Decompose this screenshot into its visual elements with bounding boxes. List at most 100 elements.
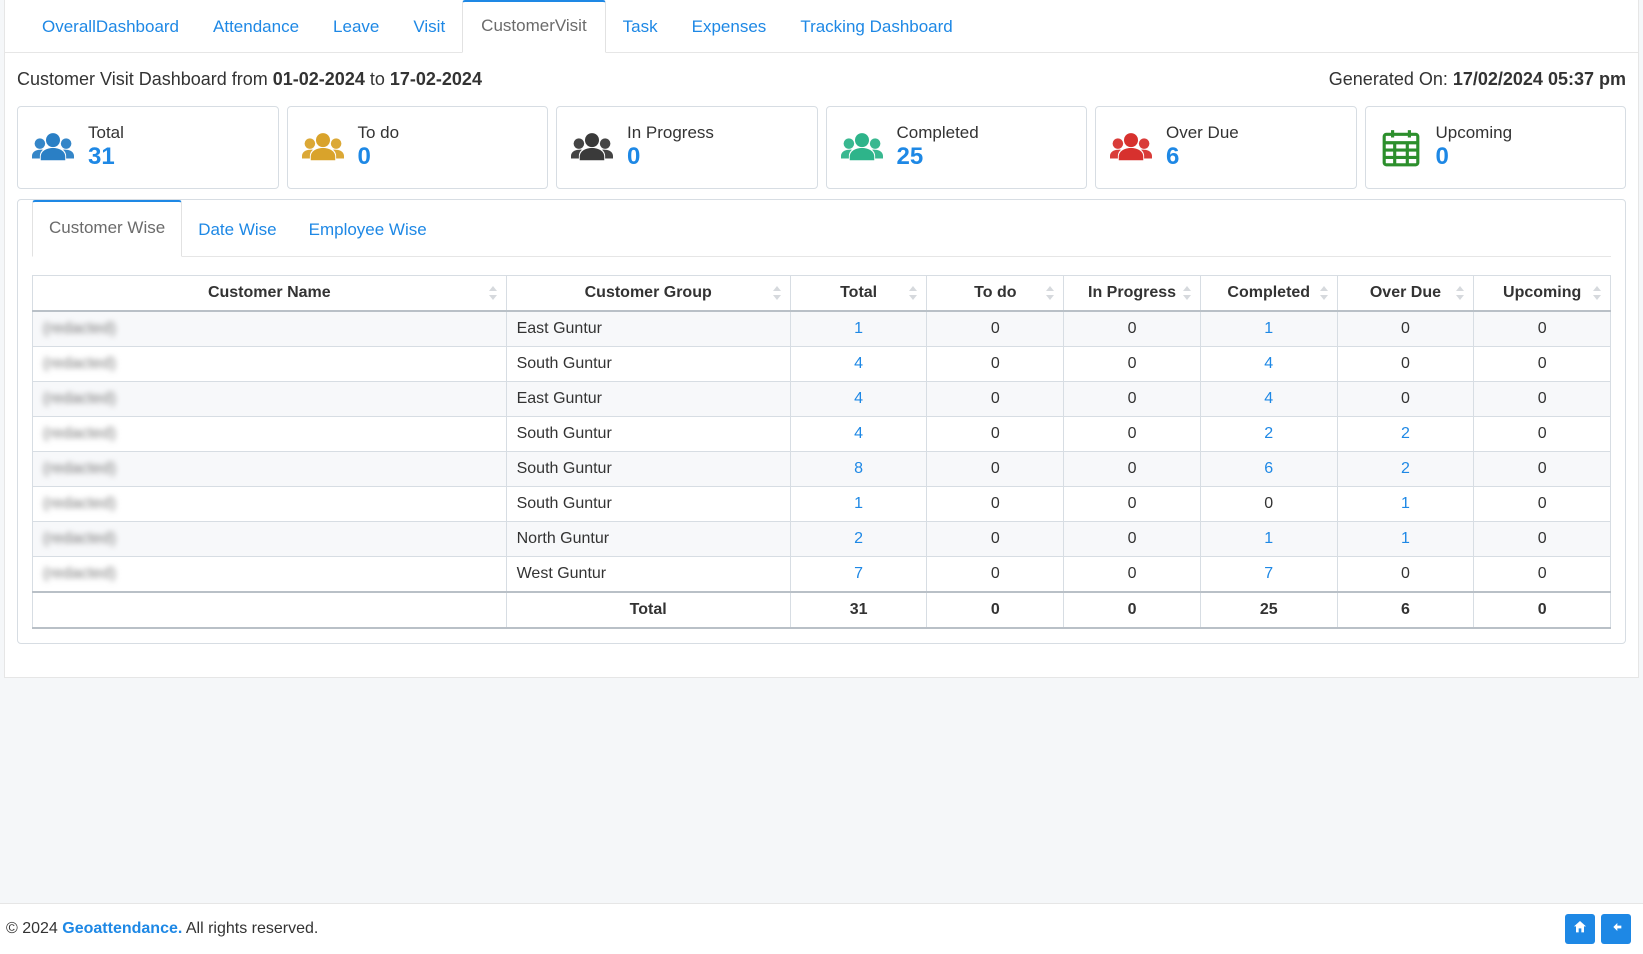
top-tab-attendance[interactable]: Attendance [196, 2, 316, 52]
summary-card-in-progress[interactable]: In Progress 0 [556, 106, 818, 189]
footer-overdue: 6 [1337, 592, 1474, 628]
cell-customer-name[interactable]: (redacted) [33, 522, 507, 557]
brand-link[interactable]: Geoattendance. [62, 920, 182, 937]
cell-todo: 0 [927, 347, 1064, 382]
cell-overdue[interactable]: 1 [1337, 522, 1474, 557]
cell-customer-name[interactable]: (redacted) [33, 452, 507, 487]
copyright-suffix: All rights reserved. [186, 920, 319, 937]
cell-customer-group: East Guntur [506, 311, 790, 347]
sort-icon[interactable] [772, 286, 782, 300]
cell-total[interactable]: 1 [790, 487, 927, 522]
sort-icon[interactable] [1319, 286, 1329, 300]
sort-icon[interactable] [1592, 286, 1602, 300]
cell-todo: 0 [927, 382, 1064, 417]
cell-upcoming: 0 [1474, 382, 1611, 417]
people-icon [571, 127, 613, 169]
cell-total[interactable]: 8 [790, 452, 927, 487]
sub-tab-employee-wise[interactable]: Employee Wise [293, 204, 443, 256]
cell-customer-group: South Guntur [506, 452, 790, 487]
cell-todo: 0 [927, 557, 1064, 593]
col-header-label: Over Due [1370, 284, 1441, 301]
cell-total[interactable]: 7 [790, 557, 927, 593]
sub-tab-date-wise[interactable]: Date Wise [182, 204, 292, 256]
card-value: 0 [358, 143, 400, 172]
cell-total[interactable]: 4 [790, 347, 927, 382]
sub-tab-customer-wise[interactable]: Customer Wise [32, 200, 182, 257]
customer-name-text: (redacted) [43, 355, 116, 372]
summary-card-total[interactable]: Total 31 [17, 106, 279, 189]
title-to-word: to [370, 69, 390, 89]
footer-empty [33, 592, 507, 628]
sort-icon[interactable] [908, 286, 918, 300]
cell-total[interactable]: 4 [790, 417, 927, 452]
cell-customer-group: West Guntur [506, 557, 790, 593]
summary-card-to-do[interactable]: To do 0 [287, 106, 549, 189]
cell-overdue[interactable]: 2 [1337, 417, 1474, 452]
col-header-to-do[interactable]: To do [927, 276, 1064, 312]
footer-buttons [1565, 914, 1631, 944]
col-header-label: Customer Group [585, 284, 712, 301]
cell-completed[interactable]: 4 [1200, 382, 1337, 417]
card-label: Over Due [1166, 123, 1239, 143]
cell-completed[interactable]: 6 [1200, 452, 1337, 487]
summary-card-upcoming[interactable]: Upcoming 0 [1365, 106, 1627, 189]
col-header-total[interactable]: Total [790, 276, 927, 312]
sort-icon[interactable] [488, 286, 498, 300]
col-header-over-due[interactable]: Over Due [1337, 276, 1474, 312]
top-tab-leave[interactable]: Leave [316, 2, 396, 52]
card-label: Completed [897, 123, 979, 143]
table-header-row: Customer Name Customer Group Total To do… [33, 276, 1611, 312]
cell-overdue[interactable]: 1 [1337, 487, 1474, 522]
cell-total[interactable]: 4 [790, 382, 927, 417]
cell-customer-name[interactable]: (redacted) [33, 557, 507, 593]
table-row: (redacted)North Guntur200110 [33, 522, 1611, 557]
cell-customer-name[interactable]: (redacted) [33, 417, 507, 452]
top-tab-tracking-dashboard[interactable]: Tracking Dashboard [783, 2, 969, 52]
top-tab-overalldashboard[interactable]: OverallDashboard [25, 2, 196, 52]
back-button[interactable] [1601, 914, 1631, 944]
sort-icon[interactable] [1182, 286, 1192, 300]
summary-cards: Total 31 To do 0 In Progress 0 [5, 106, 1638, 199]
col-header-customer-name[interactable]: Customer Name [33, 276, 507, 312]
col-header-upcoming[interactable]: Upcoming [1474, 276, 1611, 312]
cell-customer-name[interactable]: (redacted) [33, 311, 507, 347]
cell-completed[interactable]: 2 [1200, 417, 1337, 452]
sort-icon[interactable] [1045, 286, 1055, 300]
cell-completed[interactable]: 1 [1200, 522, 1337, 557]
col-header-label: To do [974, 284, 1016, 301]
top-tab-customervisit[interactable]: CustomerVisit [462, 0, 606, 53]
cell-total[interactable]: 1 [790, 311, 927, 347]
cell-customer-group: South Guntur [506, 417, 790, 452]
cell-completed[interactable]: 7 [1200, 557, 1337, 593]
col-header-customer-group[interactable]: Customer Group [506, 276, 790, 312]
col-header-in-progress[interactable]: In Progress [1064, 276, 1201, 312]
cell-upcoming: 0 [1474, 417, 1611, 452]
cell-upcoming: 0 [1474, 311, 1611, 347]
cell-completed: 0 [1200, 487, 1337, 522]
cell-customer-name[interactable]: (redacted) [33, 487, 507, 522]
top-tab-visit[interactable]: Visit [396, 2, 462, 52]
cell-completed[interactable]: 4 [1200, 347, 1337, 382]
cell-overdue[interactable]: 2 [1337, 452, 1474, 487]
col-header-completed[interactable]: Completed [1200, 276, 1337, 312]
cell-customer-name[interactable]: (redacted) [33, 347, 507, 382]
cell-completed[interactable]: 1 [1200, 311, 1337, 347]
customer-name-text: (redacted) [43, 530, 116, 547]
top-tab-expenses[interactable]: Expenses [675, 2, 784, 52]
cell-customer-name[interactable]: (redacted) [33, 382, 507, 417]
people-icon [32, 127, 74, 169]
cell-total[interactable]: 2 [790, 522, 927, 557]
card-value: 25 [897, 143, 979, 172]
top-tab-task[interactable]: Task [606, 2, 675, 52]
home-button[interactable] [1565, 914, 1595, 944]
customer-name-text: (redacted) [43, 460, 116, 477]
cell-todo: 0 [927, 311, 1064, 347]
card-value: 31 [88, 143, 124, 172]
card-label: In Progress [627, 123, 714, 143]
date-from: 01-02-2024 [273, 69, 365, 89]
home-icon [1572, 919, 1588, 940]
sort-icon[interactable] [1455, 286, 1465, 300]
summary-card-completed[interactable]: Completed 25 [826, 106, 1088, 189]
summary-card-over-due[interactable]: Over Due 6 [1095, 106, 1357, 189]
col-header-label: Total [840, 284, 877, 301]
